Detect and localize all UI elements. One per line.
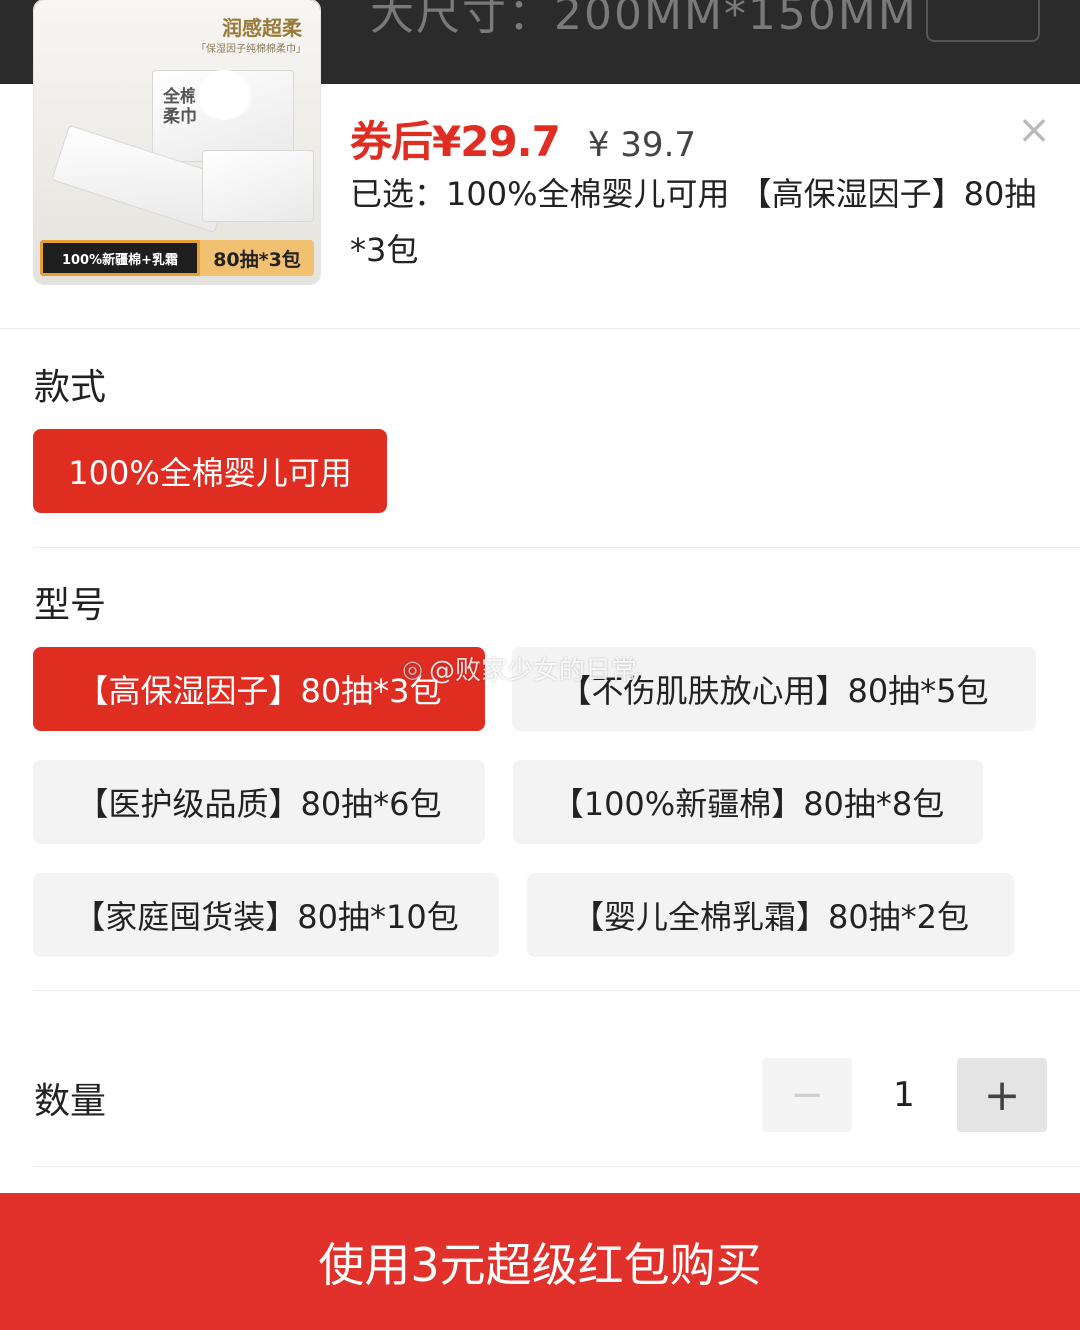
model-option[interactable]: 【家庭囤货装】80抽*10包 [33, 873, 499, 957]
divider [34, 1166, 1080, 1167]
watermark-text: @败家少女的日常 [428, 656, 637, 686]
band-right-text: 80抽*3包 [200, 240, 314, 276]
model-option-label: 【高保湿因子】80抽*3包 [76, 672, 442, 710]
thumbnail-band: 100%新疆棉+乳霜 80抽*3包 [40, 240, 314, 276]
sku-selector-sheet: 润感超柔 「保湿因子纯棉棉柔巾」 全棉柔巾 100%新疆棉+乳霜 80抽*3包 … [0, 0, 1080, 1330]
quantity-value[interactable]: 1 [852, 1058, 956, 1132]
price-row: 券后¥29.7 ¥ 39.7 [350, 108, 696, 169]
thumbnail-title: 润感超柔 [222, 16, 302, 40]
model-option[interactable]: 【婴儿全棉乳霜】80抽*2包 [527, 873, 1014, 957]
model-option-label: 【100%新疆棉】80抽*8包 [551, 785, 945, 823]
divider [34, 547, 1080, 548]
quantity-decrement-button[interactable]: − [762, 1058, 852, 1132]
quantity-label: 数量 [34, 1081, 107, 1122]
polar-bear-icon [194, 70, 254, 120]
background-text: 大尺寸：200MM*150MM [370, 0, 918, 40]
product-thumbnail: 润感超柔 「保湿因子纯棉棉柔巾」 全棉柔巾 100%新疆棉+乳霜 80抽*3包 [34, 0, 320, 284]
divider [0, 328, 1080, 329]
close-icon[interactable]: × [1012, 110, 1056, 154]
style-section-title: 款式 [34, 367, 107, 408]
style-option-label: 100%全棉婴儿可用 [68, 454, 352, 492]
divider [34, 990, 1080, 991]
quantity-increment-button[interactable]: + [957, 1058, 1047, 1132]
watermark: ◎ @败家少女的日常 [402, 650, 637, 687]
model-option[interactable]: 【100%新疆棉】80抽*8包 [513, 760, 983, 844]
original-price: ¥ 39.7 [587, 125, 697, 165]
background-decoration [926, 0, 1040, 42]
model-option-label: 【婴儿全棉乳霜】80抽*2包 [571, 898, 970, 936]
model-section-title: 型号 [34, 585, 107, 626]
model-option[interactable]: 【医护级品质】80抽*6包 [33, 760, 485, 844]
model-option-label: 【家庭囤货装】80抽*10包 [73, 898, 459, 936]
coupon-price: 券后¥29.7 [350, 117, 561, 166]
selected-summary: 已选：100%全棉婴儿可用 【高保湿因子】80抽*3包 [350, 175, 1037, 269]
band-left-text: 100%新疆棉+乳霜 [40, 240, 200, 276]
buy-button[interactable]: 使用3元超级红包购买 [0, 1193, 1080, 1330]
model-option-label: 【医护级品质】80抽*6包 [76, 785, 442, 823]
thumbnail-subtitle: 「保湿因子纯棉棉柔巾」 [196, 44, 306, 55]
style-option[interactable]: 100%全棉婴儿可用 [33, 429, 387, 513]
weibo-icon: ◎ [402, 654, 423, 683]
product-pack-image [202, 150, 314, 222]
